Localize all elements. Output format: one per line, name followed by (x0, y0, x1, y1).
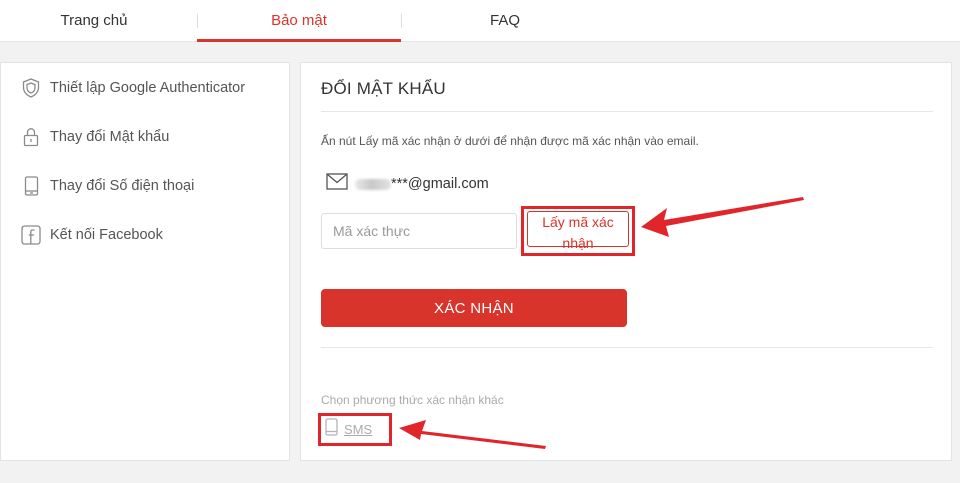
top-nav: Trang chủ Bảo mật FAQ (0, 0, 960, 42)
page-title: ĐỔI MẬT KHẨU (321, 79, 446, 98)
tab-security[interactable]: Bảo mật (197, 0, 401, 42)
sidebar-item-label: Thay đổi Số điện thoại (50, 178, 195, 194)
alt-method-label: Chọn phương thức xác nhận khác (321, 393, 504, 407)
sidebar: Thiết lập Google Authenticator Thay đổi … (0, 62, 290, 461)
facebook-icon (20, 224, 42, 246)
shield-icon (20, 77, 42, 99)
sms-link-label: SMS (344, 421, 373, 437)
tab-divider (401, 14, 402, 28)
sidebar-item-label: Thiết lập Google Authenticator (50, 80, 246, 96)
phone-icon (20, 175, 42, 197)
change-password-panel: ĐỔI MẬT KHẨU Ấn nút Lấy mã xác nhận ở dư… (300, 62, 952, 461)
email-address: ***@gmail.com (391, 176, 489, 192)
mail-icon (326, 173, 348, 195)
divider (321, 347, 933, 348)
sidebar-item-change-password[interactable]: Thay đổi Mật khẩu (20, 124, 169, 150)
instruction-text: Ấn nút Lấy mã xác nhận ở dưới để nhận đư… (321, 134, 699, 148)
phone-icon (325, 417, 338, 441)
verification-code-input[interactable] (321, 213, 517, 249)
tab-home[interactable]: Trang chủ (26, 0, 162, 42)
sms-option[interactable]: SMS (325, 417, 373, 441)
sidebar-item-change-phone[interactable]: Thay đổi Số điện thoại (20, 173, 194, 199)
sidebar-item-connect-facebook[interactable]: Kết nối Facebook (20, 222, 163, 248)
masked-email-prefix (355, 178, 391, 190)
confirm-button[interactable]: XÁC NHẬN (321, 289, 627, 327)
sidebar-item-label: Kết nối Facebook (50, 227, 163, 243)
sidebar-item-google-authenticator[interactable]: Thiết lập Google Authenticator (20, 75, 245, 101)
get-code-button[interactable]: Lấy mã xác nhận (527, 211, 629, 251)
email-row: ***@gmail.com (326, 173, 489, 195)
tab-faq[interactable]: FAQ (450, 0, 560, 42)
sidebar-item-label: Thay đổi Mật khẩu (50, 129, 170, 145)
lock-icon (20, 126, 42, 148)
divider (321, 111, 933, 112)
